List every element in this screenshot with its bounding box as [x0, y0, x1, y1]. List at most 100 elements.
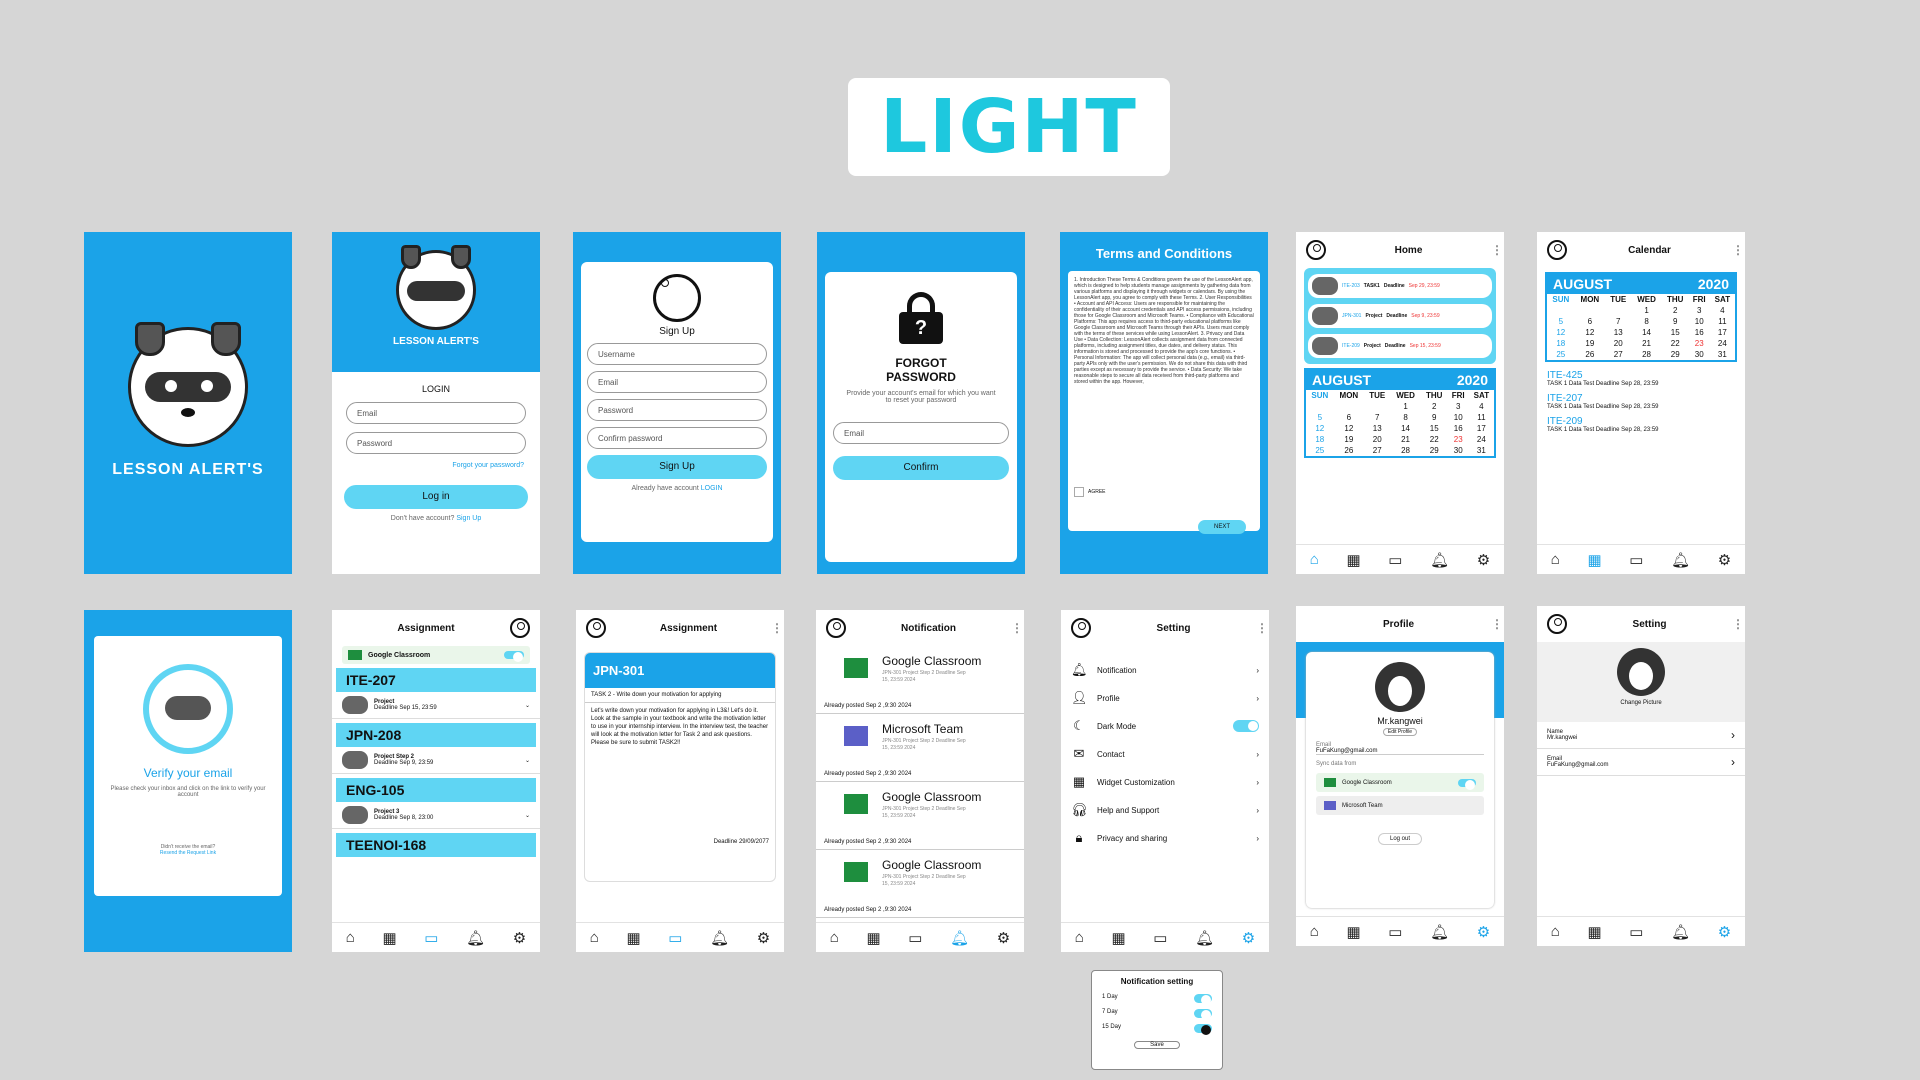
calendar-day[interactable]: 12 [1575, 327, 1606, 338]
calendar-day[interactable]: 3 [1689, 305, 1710, 316]
email-row[interactable]: Email FuFaKung@gmail.com › [1537, 749, 1745, 776]
login-link[interactable]: LOGIN [701, 485, 723, 492]
avatar-icon[interactable] [1547, 240, 1567, 260]
more-icon[interactable]: ⋮ [1732, 618, 1744, 630]
course-header[interactable]: JPN-208 [336, 723, 536, 747]
name-row[interactable]: Name Mr.kangwei › [1537, 722, 1745, 749]
book-icon[interactable]: ▭ [1388, 923, 1402, 941]
confirm-button[interactable]: Confirm [833, 456, 1009, 480]
book-icon[interactable]: ▭ [1629, 551, 1643, 569]
password-field[interactable]: Password [346, 432, 526, 454]
book-icon[interactable]: ▭ [668, 929, 682, 947]
gear-icon[interactable]: ⚙ [757, 929, 770, 947]
calendar-day[interactable]: 27 [1364, 445, 1390, 456]
calendar-day[interactable]: 12 [1306, 423, 1334, 434]
notification-item[interactable]: Microsoft Team JPN-301 Project Step 2 Dea… [816, 714, 1024, 782]
more-icon[interactable]: ⋮ [1011, 622, 1023, 634]
book-icon[interactable]: ▭ [1153, 929, 1167, 947]
gear-icon[interactable]: ⚙ [1477, 551, 1490, 569]
calendar-day[interactable]: 20 [1364, 434, 1390, 445]
more-icon[interactable]: ⋮ [1491, 618, 1503, 630]
day-1-option[interactable]: 1 Day [1102, 994, 1212, 1005]
calendar-day[interactable]: 16 [1448, 423, 1469, 434]
more-icon[interactable]: ⋮ [771, 622, 783, 634]
password-field[interactable]: Password [587, 399, 767, 421]
username-field[interactable]: Username [587, 343, 767, 365]
calendar-day[interactable]: 1 [1631, 305, 1662, 316]
setting-privacy[interactable]: 🔒︎ Privacy and sharing › [1061, 824, 1269, 852]
calendar-day[interactable]: 8 [1631, 316, 1662, 327]
agree-checkbox[interactable] [1074, 487, 1084, 497]
calendar-day[interactable]: 26 [1334, 445, 1365, 456]
calendar-day[interactable]: 4 [1469, 401, 1494, 412]
calendar-day[interactable] [1575, 305, 1606, 316]
save-button[interactable]: Save [1134, 1041, 1180, 1049]
sync-toggle[interactable] [1458, 778, 1476, 790]
home-icon[interactable]: ⌂ [1310, 551, 1319, 568]
calendar-day[interactable]: 23 [1689, 338, 1710, 349]
gear-icon[interactable]: ⚙ [997, 929, 1010, 947]
calendar-day[interactable] [1306, 401, 1334, 412]
calendar-day[interactable]: 7 [1605, 316, 1631, 327]
calendar-day[interactable]: 30 [1448, 445, 1469, 456]
course-header[interactable]: ENG-105 [336, 778, 536, 802]
calendar-day[interactable]: 21 [1631, 338, 1662, 349]
avatar-icon[interactable] [1547, 614, 1567, 634]
calendar-day[interactable]: 6 [1575, 316, 1606, 327]
setting-notification[interactable]: 🔔︎ Notification › [1061, 656, 1269, 684]
avatar-icon[interactable] [510, 618, 530, 638]
source-toggle[interactable] [504, 651, 524, 662]
home-icon[interactable]: ⌂ [1551, 923, 1560, 940]
notification-item[interactable]: Google Classroom JPN-301 Project Step 2 D… [816, 850, 1024, 918]
change-picture-link[interactable]: Change Picture [1537, 700, 1745, 706]
email-field[interactable]: Email [833, 422, 1009, 444]
signup-button[interactable]: Sign Up [587, 455, 767, 479]
bell-icon[interactable]: 🔔︎ [1671, 923, 1690, 941]
calendar-day[interactable]: 11 [1710, 316, 1735, 327]
calendar-day[interactable]: 7 [1364, 412, 1390, 423]
calendar-day[interactable]: 24 [1710, 338, 1735, 349]
book-icon[interactable]: ▭ [908, 929, 922, 947]
calendar-day[interactable]: 10 [1689, 316, 1710, 327]
calendar-icon[interactable]: ▦ [1346, 923, 1360, 941]
calendar-day[interactable]: 28 [1390, 445, 1421, 456]
calendar-day[interactable]: 20 [1605, 338, 1631, 349]
bell-icon[interactable]: 🔔︎ [466, 929, 485, 947]
home-icon[interactable]: ⌂ [1075, 929, 1084, 946]
calendar-day[interactable]: 14 [1631, 327, 1662, 338]
calendar-day[interactable]: 5 [1547, 316, 1575, 327]
avatar-icon[interactable] [826, 618, 846, 638]
calendar-day[interactable]: 29 [1421, 445, 1448, 456]
book-icon[interactable]: ▭ [1388, 551, 1402, 569]
next-button[interactable]: NEXT [1198, 520, 1246, 534]
calendar-day[interactable]: 18 [1547, 338, 1575, 349]
calendar-day[interactable]: 31 [1469, 445, 1494, 456]
login-button[interactable]: Log in [344, 485, 528, 509]
calendar-day[interactable]: 19 [1575, 338, 1606, 349]
bell-icon[interactable]: 🔔︎ [1671, 551, 1690, 569]
calendar-icon[interactable]: ▦ [1587, 551, 1601, 569]
calendar-day[interactable]: 25 [1306, 445, 1334, 456]
home-task-item[interactable]: JPN-301 Project Deadline Sep 9, 23:59 [1308, 304, 1492, 328]
penguin-avatar[interactable] [1617, 648, 1665, 696]
calendar-icon[interactable]: ▦ [626, 929, 640, 947]
setting-contact[interactable]: ✉ Contact › [1061, 740, 1269, 768]
bell-icon[interactable]: 🔔︎ [950, 929, 969, 947]
home-icon[interactable]: ⌂ [830, 929, 839, 946]
edit-profile-button[interactable]: Edit Profile [1383, 728, 1417, 736]
calendar-icon[interactable]: ▦ [1346, 551, 1360, 569]
sync-google-classroom[interactable]: Google Classroom [1316, 773, 1484, 792]
course-header[interactable]: ITE-207 [336, 668, 536, 692]
calendar-day[interactable]: 12 [1334, 423, 1365, 434]
calendar-day[interactable]: 15 [1662, 327, 1689, 338]
calendar-day[interactable]: 17 [1710, 327, 1735, 338]
calendar-day[interactable]: 1 [1390, 401, 1421, 412]
calendar-day[interactable]: 14 [1390, 423, 1421, 434]
gear-icon[interactable]: ⚙ [513, 929, 526, 947]
calendar-day[interactable]: 28 [1631, 349, 1662, 360]
calendar-day[interactable]: 8 [1390, 412, 1421, 423]
sync-microsoft-team[interactable]: Microsoft Team [1316, 796, 1484, 815]
calendar-day[interactable]: 6 [1334, 412, 1365, 423]
day-15-option[interactable]: 15 Day [1102, 1024, 1212, 1035]
calendar-day[interactable]: 15 [1421, 423, 1448, 434]
